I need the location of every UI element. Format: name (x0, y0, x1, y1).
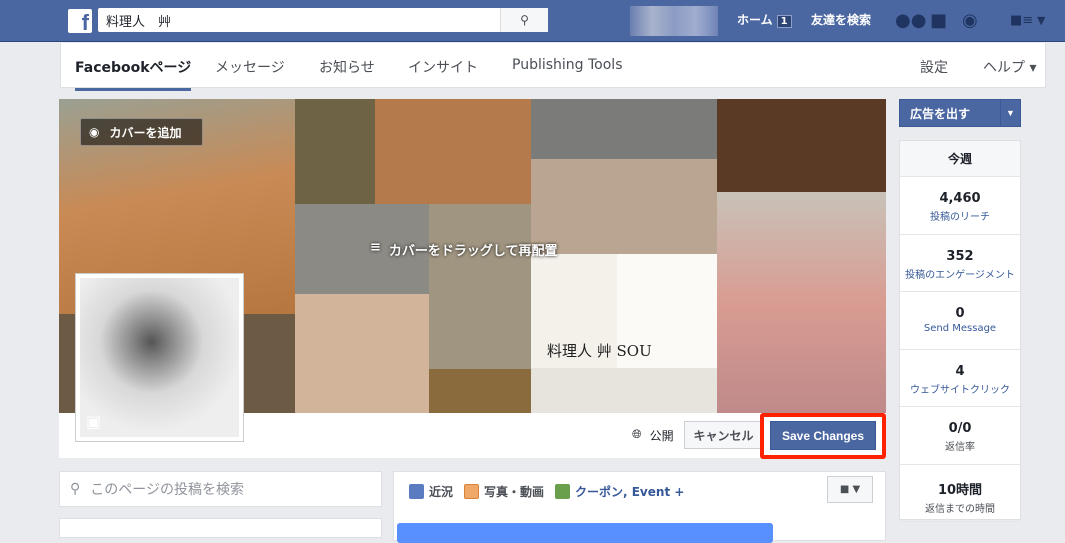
stat-value: 4,460 (939, 191, 981, 206)
stat-label: 返信率 (945, 442, 975, 453)
drag-hint-label: カバーをドラッグして再配置 (388, 244, 558, 259)
search-icon: ⚲ (70, 481, 81, 497)
composer-input-area[interactable] (397, 523, 773, 543)
help-menu[interactable]: ヘルプ ▾ (983, 57, 1036, 77)
camera-icon: ◉ (89, 125, 100, 139)
stat-value: 4 (955, 363, 965, 379)
privacy-lock-icon[interactable]: ■≡ (1010, 13, 1033, 28)
search-value: 料理人 艸 (106, 14, 172, 30)
add-cover-button[interactable]: ◉ カバーを追加 (80, 118, 203, 146)
left-panel (59, 518, 382, 538)
cover-tile (429, 204, 531, 369)
home-label: ホーム (737, 13, 773, 27)
camera-icon[interactable]: ▣ (86, 412, 101, 431)
cover-tile (531, 159, 717, 254)
settings-link[interactable]: 設定 (920, 57, 948, 77)
tab-label: クーポン, Event + (575, 485, 685, 499)
stat-send-message[interactable]: 0 Send Message (900, 292, 1020, 350)
cover-tile (295, 99, 375, 204)
find-friends-link[interactable]: 友達を検索 (811, 11, 871, 28)
stat-engagement[interactable]: 352 投稿のエンゲージメント (900, 235, 1020, 292)
home-badge: 1 (776, 15, 792, 28)
cancel-button[interactable]: キャンセル (684, 421, 763, 449)
coupon-icon (555, 484, 570, 499)
page-nav: Facebookページ メッセージ お知らせ インサイト Publishing … (60, 43, 1046, 91)
tab-insights[interactable]: インサイト (408, 57, 478, 77)
tab-photo-video[interactable]: 写真・動画 (464, 483, 544, 500)
ads-label: 広告を出す (910, 106, 971, 121)
save-changes-button[interactable]: Save Changes (770, 421, 876, 450)
top-bar: f 料理人 艸 ⚲ ホーム 1 友達を検索 ●● ■ ◉ ■≡ ▼ (0, 0, 1065, 42)
pencil-icon (409, 484, 424, 499)
stat-value: 0/0 (948, 421, 972, 436)
stat-label: Send Message (923, 323, 997, 334)
cover-tile (375, 99, 531, 204)
chevron-down-icon[interactable]: ▼ (1000, 100, 1020, 126)
friend-requests-icon[interactable]: ●● (895, 10, 926, 31)
stat-label: 投稿のエンゲージメント (905, 269, 1015, 281)
stat-label: ウェブサイトクリック (910, 384, 1010, 396)
search-placeholder: このページの投稿を検索 (90, 482, 244, 498)
cover-tile (429, 369, 531, 413)
tab-status[interactable]: 近況 (409, 483, 453, 500)
search-icon: ⚲ (520, 13, 529, 27)
week-heading: 今週 (900, 141, 1020, 177)
stat-value: 10時間 (937, 482, 983, 498)
stat-response-rate[interactable]: 0/0 返信率 (900, 407, 1020, 465)
tab-messages[interactable]: メッセージ (215, 57, 285, 77)
tab-label: 近況 (429, 485, 454, 499)
cover-logo-text: 料理人 艸 SOU (547, 342, 652, 360)
drag-handle-icon: ≡ (370, 240, 381, 255)
stat-value: 352 (946, 248, 974, 264)
cover-tile (717, 99, 886, 192)
home-link[interactable]: ホーム 1 (737, 11, 792, 28)
tab-facebook-page[interactable]: Facebookページ (75, 57, 192, 91)
facebook-logo[interactable]: f (68, 9, 92, 35)
privacy-label: 公開 (649, 429, 674, 443)
post-as-selector[interactable]: ■ ▼ (827, 476, 873, 503)
weekly-stats-panel: 今週 4,460 投稿のリーチ 352 投稿のエンゲージメント 0 Send Mess… (899, 140, 1021, 522)
privacy-selector[interactable]: 🌐︎ 公開 (632, 427, 674, 444)
tab-publishing-tools[interactable]: Publishing Tools (512, 57, 623, 73)
account-menu-chevron-icon[interactable]: ▼ (1037, 14, 1045, 27)
promote-ads-button[interactable]: 広告を出す ▼ (899, 99, 1021, 127)
cover-tile: 料理人 艸 SOU (531, 254, 717, 368)
stat-website-clicks[interactable]: 4 ウェブサイトクリック (900, 350, 1020, 407)
cover-tile (531, 368, 717, 413)
tab-label: 写真・動画 (484, 485, 545, 499)
stat-label: 投稿のリーチ (930, 212, 990, 223)
cover-tile (531, 99, 717, 159)
stat-response-time[interactable]: 10時間返信までの時間 (900, 465, 1020, 522)
globe-icon: 🌐︎ (632, 427, 642, 441)
search-button[interactable]: ⚲ (500, 8, 548, 32)
cover-tile (295, 294, 429, 413)
search-input[interactable]: 料理人 艸 ⚲ (98, 8, 548, 32)
notifications-globe-icon[interactable]: ◉ (962, 10, 978, 31)
messages-icon[interactable]: ■ (930, 10, 947, 31)
page-post-search-input[interactable]: ⚲ このページの投稿を検索 (59, 471, 382, 507)
stat-label: 返信までの時間 (925, 503, 995, 515)
add-cover-label: カバーを追加 (109, 125, 182, 140)
cover-tile (717, 192, 886, 413)
tab-coupon-event[interactable]: クーポン, Event + (555, 483, 684, 500)
drag-to-reposition-hint: ≡ カバーをドラッグして再配置 (370, 240, 558, 259)
stat-reach[interactable]: 4,460 投稿のリーチ (900, 177, 1020, 235)
profile-picture[interactable]: ▣ (75, 273, 244, 442)
stat-value: 0 (955, 306, 965, 321)
tab-notifications[interactable]: お知らせ (319, 57, 375, 77)
profile-link[interactable] (630, 6, 718, 36)
photo-icon (464, 484, 479, 499)
